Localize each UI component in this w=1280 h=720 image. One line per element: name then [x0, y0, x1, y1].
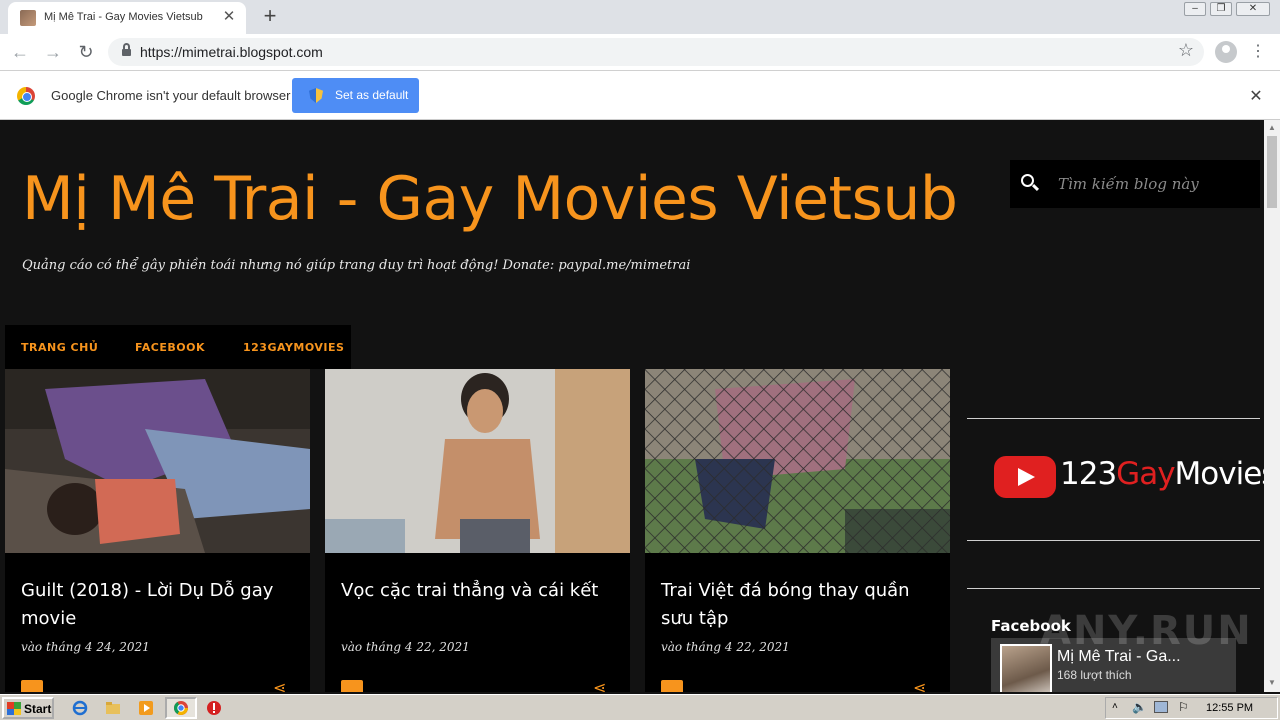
file-explorer-icon[interactable]: [105, 700, 121, 716]
browser-toolbar: ← → ↻ https://mimetrai.blogspot.com ☆: [0, 34, 1280, 71]
profile-avatar-icon[interactable]: [1215, 41, 1237, 63]
infobar-close-icon[interactable]: ✕: [1246, 86, 1266, 106]
share-icon[interactable]: ⋖: [273, 678, 286, 692]
post-title[interactable]: Trai Việt đá bóng thay quần sưu tập: [661, 577, 941, 633]
url-text[interactable]: https://mimetrai.blogspot.com: [140, 44, 323, 60]
post-card[interactable]: Vọc cặc trai thẳng và cái kết vào tháng …: [325, 369, 630, 692]
windows-taskbar: Start ˄ 🔈 ⚐ 12:55 PM: [0, 694, 1280, 720]
stop-app-icon[interactable]: [206, 700, 222, 716]
nav-item-home[interactable]: TRANG CHỦ: [21, 341, 98, 354]
sidebar-divider: [967, 418, 1260, 419]
action-center-flag-icon[interactable]: ⚐: [1178, 700, 1189, 714]
tab-strip: Mị Mê Trai - Gay Movies Vietsub ✕ + – ❐ …: [0, 0, 1280, 34]
brand-part-1: 123: [1060, 456, 1117, 492]
chrome-logo-icon: [17, 87, 35, 105]
tab-close-icon[interactable]: ✕: [220, 8, 238, 26]
youtube-brand-link[interactable]: 123GayMovies: [1060, 456, 1264, 492]
post-thumbnail-art: [5, 369, 310, 553]
post-thumbnail-art: [325, 369, 630, 553]
post-card[interactable]: Guilt (2018) - Lời Dụ Dỗ gay movie vào t…: [5, 369, 310, 692]
chrome-taskbar-button[interactable]: [165, 697, 197, 719]
reload-icon[interactable]: ↻: [74, 40, 98, 64]
post-thumbnail-art: [645, 369, 950, 553]
comment-icon[interactable]: [21, 680, 43, 692]
brand-part-2: Gay: [1116, 456, 1175, 492]
post-thumbnail[interactable]: [325, 369, 630, 553]
brand-part-3: Movies: [1174, 456, 1264, 492]
search-input[interactable]: Tìm kiếm blog này: [1058, 175, 1199, 193]
post-thumbnail[interactable]: [5, 369, 310, 553]
minimize-button[interactable]: –: [1184, 2, 1206, 16]
forward-arrow-icon[interactable]: →: [41, 40, 65, 64]
post-date: vào tháng 4 24, 2021: [21, 640, 150, 654]
default-browser-infobar: Google Chrome isn't your default browser…: [0, 71, 1280, 120]
uac-shield-icon: [309, 88, 323, 103]
blog-nav: TRANG CHỦ FACEBOOK 123GAYMOVIES: [5, 325, 351, 369]
media-player-icon[interactable]: [138, 700, 154, 716]
post-title[interactable]: Vọc cặc trai thẳng và cái kết: [341, 577, 621, 605]
network-icon[interactable]: [1154, 701, 1168, 713]
post-card[interactable]: Trai Việt đá bóng thay quần sưu tập vào …: [645, 369, 950, 692]
restore-button[interactable]: ❐: [1210, 2, 1232, 16]
set-as-default-button[interactable]: Set as default: [292, 78, 419, 113]
set-as-default-label: Set as default: [335, 88, 409, 102]
close-window-button[interactable]: ✕: [1236, 2, 1270, 16]
blog-title[interactable]: Mị Mê Trai - Gay Movies Vietsub: [22, 164, 958, 234]
share-icon[interactable]: ⋖: [593, 678, 606, 692]
new-tab-button[interactable]: +: [258, 4, 282, 28]
blog-description: Quảng cáo có thể gây phiền toái nhưng nó…: [22, 258, 691, 273]
post-thumbnail[interactable]: [645, 369, 950, 553]
nav-item-facebook[interactable]: FACEBOOK: [135, 341, 205, 354]
infobar-message: Google Chrome isn't your default browser: [51, 88, 291, 103]
youtube-play-icon[interactable]: [994, 456, 1056, 498]
start-button[interactable]: Start: [2, 697, 54, 719]
post-title[interactable]: Guilt (2018) - Lời Dụ Dỗ gay movie: [21, 577, 301, 633]
search-icon[interactable]: [1021, 174, 1041, 194]
volume-icon[interactable]: 🔈: [1132, 700, 1147, 714]
chrome-menu-icon[interactable]: ⋮: [1250, 41, 1266, 63]
address-bar[interactable]: https://mimetrai.blogspot.com ☆: [108, 38, 1204, 66]
post-date: vào tháng 4 22, 2021: [341, 640, 470, 654]
tab-title: Mị Mê Trai - Gay Movies Vietsub: [44, 11, 203, 23]
bookmark-star-icon[interactable]: ☆: [1178, 40, 1194, 61]
taskbar-clock[interactable]: 12:55 PM: [1206, 702, 1253, 714]
nav-item-123gaymovies[interactable]: 123GAYMOVIES: [243, 341, 344, 354]
scroll-thumb[interactable]: [1267, 136, 1277, 208]
facebook-likes-count: 168 lượt thích: [1057, 668, 1132, 682]
sidebar-divider: [967, 540, 1260, 541]
site-favicon-icon: [20, 10, 36, 26]
comment-icon[interactable]: [341, 680, 363, 692]
scroll-down-arrow-icon[interactable]: ▼: [1268, 678, 1276, 687]
post-date: vào tháng 4 22, 2021: [661, 640, 790, 654]
chrome-taskbar-icon: [174, 701, 188, 715]
lock-icon[interactable]: [122, 43, 131, 57]
share-icon[interactable]: ⋖: [913, 678, 926, 692]
start-label: Start: [24, 702, 52, 716]
internet-explorer-icon[interactable]: [72, 700, 88, 716]
windows-logo-icon: [7, 702, 21, 715]
page-scrollbar[interactable]: ▲ ▼: [1264, 120, 1280, 692]
browser-tab[interactable]: Mị Mê Trai - Gay Movies Vietsub ✕: [8, 2, 246, 34]
anyrun-watermark: ANY.RUN: [1040, 608, 1253, 654]
blog-page: Mị Mê Trai - Gay Movies Vietsub Quảng cá…: [0, 120, 1264, 692]
sidebar-divider: [967, 588, 1260, 589]
tray-expand-icon[interactable]: ˄: [1112, 701, 1118, 712]
back-arrow-icon[interactable]: ←: [8, 40, 32, 64]
scroll-up-arrow-icon[interactable]: ▲: [1268, 123, 1276, 132]
comment-icon[interactable]: [661, 680, 683, 692]
blog-search-box[interactable]: Tìm kiếm blog này: [1010, 160, 1260, 208]
